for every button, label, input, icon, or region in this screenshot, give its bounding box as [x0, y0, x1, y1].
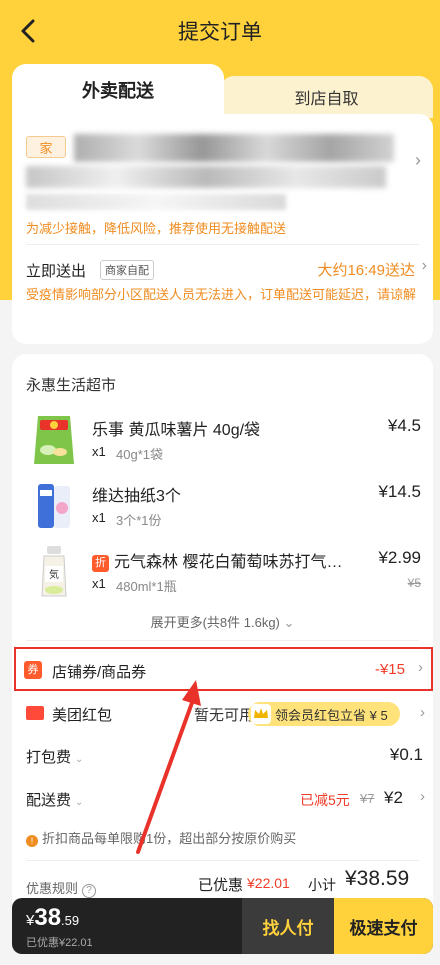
item-name: 维达抽纸3个 [92, 488, 181, 505]
svg-text:気: 気 [49, 568, 59, 581]
item-name: 乐事 黄瓜味薯片 40g/袋 [92, 422, 261, 439]
order-card: 永惠生活超市 乐事 黄瓜味薯片 40g/袋 x1 40g*1袋 ¥4.5 维达抽… [12, 354, 433, 914]
friend-pay-button[interactable]: 找人付 [242, 898, 334, 954]
saved-value: ¥22.01 [247, 875, 290, 891]
item-name-text: 元气森林 樱花白葡萄味苏打气… [114, 554, 343, 571]
address-blurred-line2 [26, 166, 386, 188]
checkout-bar: ¥38.59 已优惠¥22.01 找人付 极速支付 [12, 898, 433, 954]
pay-button[interactable]: 极速支付 [334, 898, 433, 954]
product-image [26, 412, 82, 468]
divider [26, 860, 419, 861]
vip-redpacket-badge[interactable]: 领会员红包立省 ¥ 5 [248, 702, 400, 726]
redpacket-icon [26, 706, 44, 720]
delivery-card-body: 家 › 为减少接触，降低风险，推荐使用无接触配送 立即送出 商家自配 大约16:… [12, 114, 433, 344]
delivery-fee-row[interactable]: 配送费 ⌄ [26, 789, 83, 810]
page-title: 提交订单 [178, 21, 262, 44]
chevron-down-icon: ⌄ [75, 797, 84, 808]
chevron-right-icon[interactable]: › [420, 788, 425, 805]
merchant-delivery-badge: 商家自配 [100, 260, 154, 280]
purchase-limit-note: ! 折扣商品每单限购1份，超出部分按原价购买 [26, 828, 296, 847]
chevron-right-icon: › [418, 659, 423, 676]
crown-icon [251, 704, 271, 724]
product-image [26, 478, 82, 534]
coupon-label: 店铺券/商品券 [52, 664, 147, 681]
chevron-right-icon[interactable]: › [415, 150, 421, 171]
back-arrow-icon[interactable] [14, 16, 44, 46]
subtotal-value: ¥38.59 [345, 867, 410, 890]
chevron-right-icon[interactable]: › [420, 704, 425, 721]
chevron-right-icon[interactable]: › [422, 257, 427, 275]
list-item[interactable]: 気 折元气森林 樱花白葡萄味苏打气… x1 480ml*1瓶 ¥2.99 ¥5 [26, 544, 421, 606]
contactless-notice: 为减少接触，降低风险，推荐使用无接触配送 [26, 221, 287, 236]
discount-rules[interactable]: 优惠规则? [26, 878, 97, 898]
packing-fee-label: 打包费 [26, 749, 72, 766]
tab-delivery[interactable]: 外卖配送 [12, 64, 224, 116]
redpacket-label[interactable]: 美团红包 [52, 704, 112, 725]
delivery-card: 到店自取 外卖配送 家 › 为减少接触，降低风险，推荐使用无接触配送 立即送出 … [12, 64, 433, 344]
store-coupon-row[interactable]: 券 店铺券/商品券 -¥15 › [14, 647, 433, 691]
item-price: ¥4.5 [387, 416, 421, 435]
item-spec: 3个*1份 [116, 513, 162, 528]
delay-notice: 受疫情影响部分小区配送人员无法进入，订单配送可能延迟，请谅解 [26, 287, 417, 302]
nav-bar: 提交订单 [0, 0, 440, 62]
delivery-fee-discount: 已减5元 [300, 792, 350, 808]
coupon-value: -¥15 [374, 661, 405, 678]
expand-more-label: 展开更多(共8件 1.6kg) [150, 615, 280, 630]
discount-rules-label: 优惠规则 [26, 881, 79, 896]
delivery-fee-label: 配送费 [26, 792, 72, 809]
send-now-label: 立即送出 [26, 263, 87, 280]
total-price: ¥38.59 [26, 904, 79, 932]
item-qty: x1 [92, 576, 106, 591]
divider [26, 640, 419, 641]
address-blurred[interactable] [74, 134, 394, 162]
total-discount: 已优惠¥22.01 [26, 937, 93, 949]
saved-label: 已优惠 [198, 877, 244, 894]
list-item[interactable]: 维达抽纸3个 x1 3个*1份 ¥14.5 [26, 478, 421, 540]
item-name: 折元气森林 樱花白葡萄味苏打气… [92, 548, 342, 572]
list-item[interactable]: 乐事 黄瓜味薯片 40g/袋 x1 40g*1袋 ¥4.5 [26, 412, 421, 474]
delivery-fee-original: ¥7 [360, 791, 375, 806]
item-spec: 40g*1袋 [116, 447, 163, 462]
chevron-down-icon: ⌄ [75, 754, 84, 765]
eta-time[interactable]: 大约16:49送达 [317, 259, 415, 280]
divider [26, 244, 419, 245]
help-icon: ? [82, 884, 97, 898]
packing-fee-value: ¥0.1 [389, 745, 423, 764]
total-integer: 38 [34, 904, 62, 931]
subtotal-label: 小计 [308, 877, 336, 893]
product-image: 気 [26, 544, 82, 600]
coupon-icon: 券 [24, 661, 42, 679]
delivery-fee-value: ¥2 [384, 788, 403, 807]
total-decimal: .59 [61, 913, 80, 928]
address-tag: 家 [26, 136, 66, 158]
discount-tag: 折 [92, 555, 109, 572]
store-name: 永惠生活超市 [26, 377, 117, 394]
warning-icon: ! [26, 835, 38, 847]
item-price: ¥14.5 [378, 482, 421, 501]
redpacket-value: 暂无可用 [194, 707, 255, 724]
packing-fee-row[interactable]: 打包费 ⌄ [26, 746, 83, 767]
chevron-down-icon: ⌄ [283, 615, 295, 630]
tab-pickup[interactable]: 到店自取 [220, 76, 433, 118]
contact-blurred [26, 194, 286, 210]
item-qty: x1 [92, 510, 106, 525]
item-original-price: ¥5 [407, 576, 421, 590]
vip-redpacket-text: 领会员红包立省 ¥ 5 [275, 707, 388, 723]
expand-more[interactable]: 展开更多(共8件 1.6kg) ⌄ [12, 612, 433, 631]
item-price: ¥2.99 [378, 548, 421, 567]
item-spec: 480ml*1瓶 [116, 579, 177, 594]
item-qty: x1 [92, 444, 106, 459]
purchase-limit-text: 折扣商品每单限购1份，超出部分按原价购买 [42, 831, 297, 846]
